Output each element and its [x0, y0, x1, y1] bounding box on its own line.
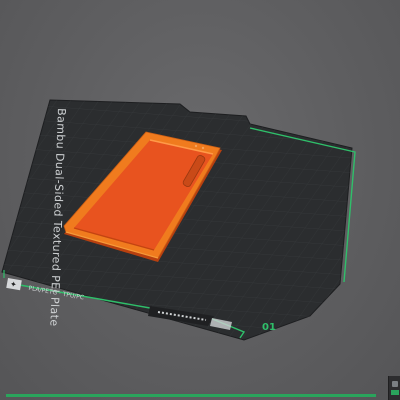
3d-viewport[interactable]: Bambu Dual-Sided Textured PEI Plate ✦ PL… — [0, 0, 400, 400]
status-progress-bar — [6, 394, 376, 397]
corner-status-indicator — [391, 390, 399, 395]
corner-icon — [392, 381, 398, 387]
plate-number: 01 — [262, 322, 276, 333]
corner-widget[interactable] — [388, 376, 400, 400]
scene-svg: Bambu Dual-Sided Textured PEI Plate ✦ PL… — [1, 99, 356, 341]
